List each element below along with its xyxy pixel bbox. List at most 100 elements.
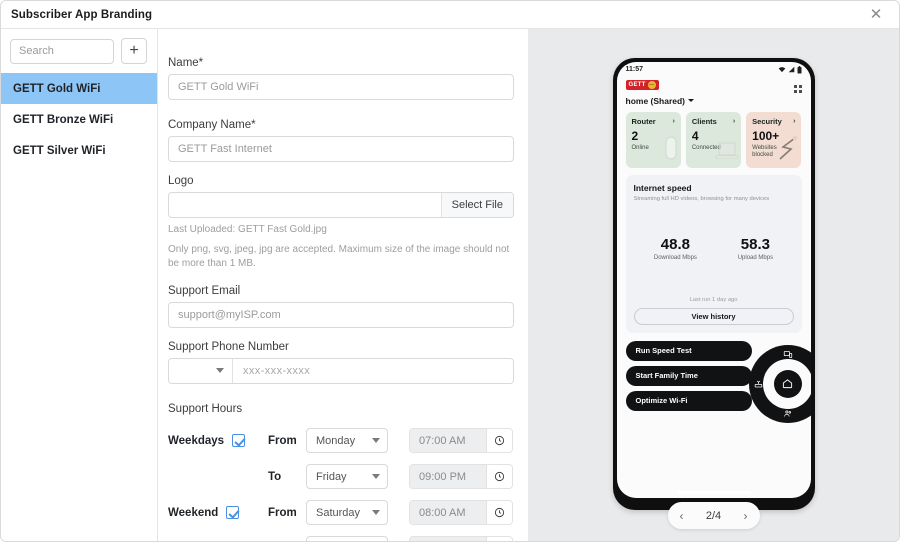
home-indicator (676, 491, 751, 494)
upload-speed: 58.3 Upload Mbps (738, 236, 773, 261)
stat-card-header: Router › (632, 117, 675, 126)
app-preview-pane: 11:57 GETT home (Shared) Router › 2 Onli… (528, 29, 899, 541)
chevron-down-icon (372, 438, 380, 443)
clock-icon[interactable] (486, 429, 512, 452)
weekend-label: Weekend (168, 506, 219, 519)
wifi-icon (778, 67, 785, 73)
chevron-down-icon (216, 368, 224, 373)
sidebar-item-label: GETT Silver WiFi (13, 144, 106, 157)
laptop-illustration-icon (715, 141, 739, 166)
support-email-label: Support Email (168, 284, 241, 297)
weekdays-group: Weekdays (168, 434, 268, 447)
start-family-time-button[interactable]: Start Family Time (625, 365, 752, 386)
weekend-from-day-select[interactable]: Saturday (306, 500, 388, 525)
router-illustration-icon (663, 135, 679, 166)
phone-mockup: 11:57 GETT home (Shared) Router › 2 Onli… (612, 58, 815, 510)
stat-card-title: Clients (691, 116, 717, 126)
status-icon-group (778, 65, 802, 74)
weekdays-from-time-value[interactable]: 07:00 AM (410, 429, 486, 452)
clock-icon[interactable] (486, 501, 512, 524)
phone-status-bar: 11:57 (617, 62, 811, 77)
optimize-wifi-button[interactable]: Optimize Wi-Fi (625, 390, 752, 411)
speed-card-subtitle: Streaming full HD videos, browsing for m… (633, 195, 770, 202)
stat-card-header: Clients › (692, 117, 735, 126)
stat-card-router[interactable]: Router › 2 Online (625, 111, 681, 168)
support-phone-input[interactable] (233, 358, 513, 383)
company-name-input[interactable] (168, 136, 514, 162)
support-email-input[interactable] (168, 301, 514, 328)
modal-body: + GETT Gold WiFi GETT Bronze WiFi GETT S… (1, 29, 899, 541)
weekend-from-time: 08:00 AM (409, 500, 513, 525)
subscriber-app-branding-modal: Subscriber App Branding ✕ + GETT Gold Wi… (0, 0, 900, 542)
quick-actions-zone: Run Speed Test Start Family Time Optimiz… (617, 340, 811, 425)
support-hours-label: Support Hours (168, 402, 243, 415)
weekdays-to-time: 09:00 PM (409, 464, 513, 489)
pager-label: 2/4 (705, 509, 722, 522)
sidebar-item-gett-silver-wifi[interactable]: GETT Silver WiFi (1, 135, 157, 166)
security-illustration-icon (777, 135, 799, 166)
support-hours-row: Weekdays From Monday 07:00 AM (168, 423, 514, 459)
branding-form: Name* Company Name* Logo Select File Las… (158, 29, 528, 541)
add-branding-button[interactable]: + (121, 38, 147, 64)
stat-card-clients[interactable]: Clients › 4 Connected (685, 111, 742, 168)
weekend-checkbox[interactable] (226, 506, 240, 519)
close-icon[interactable]: ✕ (865, 4, 887, 26)
phone-brand-row: GETT (617, 77, 811, 93)
name-input[interactable] (168, 74, 514, 100)
select-file-button[interactable]: Select File (440, 193, 513, 217)
network-selector[interactable]: home (Shared) (617, 93, 811, 106)
download-value: 48.8 (660, 235, 690, 253)
weekend-from-time-value[interactable]: 08:00 AM (410, 501, 486, 524)
logo-file-row: Select File (168, 192, 514, 218)
download-speed: 48.8 Download Mbps (654, 236, 697, 261)
chevron-right-icon[interactable]: › (743, 510, 747, 522)
weekend-to-time-value[interactable]: 06:00 PM (410, 537, 486, 541)
weekdays-label: Weekdays (168, 434, 225, 447)
search-input[interactable] (10, 38, 114, 64)
upload-label: Upload Mbps (737, 254, 774, 261)
chevron-down-icon (372, 510, 380, 515)
weekdays-checkbox[interactable] (232, 434, 246, 447)
run-speed-test-button[interactable]: Run Speed Test (625, 340, 752, 361)
chevron-right-icon: › (793, 117, 796, 125)
speed-values: 48.8 Download Mbps 58.3 Upload Mbps (634, 236, 794, 261)
people-icon[interactable] (783, 409, 792, 418)
weekdays-to-time-value[interactable]: 09:00 PM (410, 465, 486, 488)
weekdays-from-day-select[interactable]: Monday (306, 428, 388, 453)
gett-logo-text: GETT (628, 82, 646, 88)
view-history-button[interactable]: View history (633, 307, 794, 325)
clock-icon[interactable] (486, 537, 512, 541)
gett-logo-mark (647, 81, 656, 89)
logo-file-path[interactable] (169, 193, 441, 217)
weekend-to-day-select[interactable]: Sunday (306, 536, 388, 541)
home-icon[interactable] (773, 369, 802, 398)
sidebar-item-label: GETT Gold WiFi (13, 82, 101, 95)
navigation-dial (748, 344, 811, 423)
preview-pager: ‹ 2/4 › (667, 502, 760, 529)
status-time: 11:57 (625, 66, 644, 73)
gett-logo: GETT (625, 80, 659, 90)
chevron-right-icon: › (732, 117, 736, 125)
phone-country-select[interactable] (169, 358, 233, 383)
weekdays-from-label: From (268, 434, 297, 447)
weekend-to-time: 06:00 PM (409, 536, 513, 541)
support-phone-row (168, 357, 514, 384)
router-icon[interactable] (754, 379, 763, 388)
weekend-from-label: From (268, 506, 297, 519)
phone-screen: 11:57 GETT home (Shared) Router › 2 Onli… (616, 62, 811, 498)
weekend-from-day-value: Saturday (316, 506, 361, 519)
sidebar-toolbar: + (1, 29, 157, 73)
stat-card-security[interactable]: Security › 100+ Websites blocked (746, 111, 802, 168)
stat-cards-row: Router › 2 Online Clients › 4 Connected … (617, 106, 811, 168)
sidebar-item-gett-gold-wifi[interactable]: GETT Gold WiFi (1, 73, 157, 104)
weekdays-to-day-select[interactable]: Friday (306, 464, 388, 489)
sidebar-item-gett-bronze-wifi[interactable]: GETT Bronze WiFi (1, 104, 157, 135)
upload-value: 58.3 (740, 235, 770, 253)
devices-icon[interactable] (783, 350, 792, 359)
sidebar-list: GETT Gold WiFi GETT Bronze WiFi GETT Sil… (1, 73, 157, 166)
clock-icon[interactable] (486, 465, 512, 488)
chevron-left-icon[interactable]: ‹ (680, 510, 684, 522)
stat-card-title: Router (631, 116, 656, 126)
network-selector-label: home (Shared) (625, 95, 686, 106)
grid-icon[interactable] (794, 85, 802, 93)
